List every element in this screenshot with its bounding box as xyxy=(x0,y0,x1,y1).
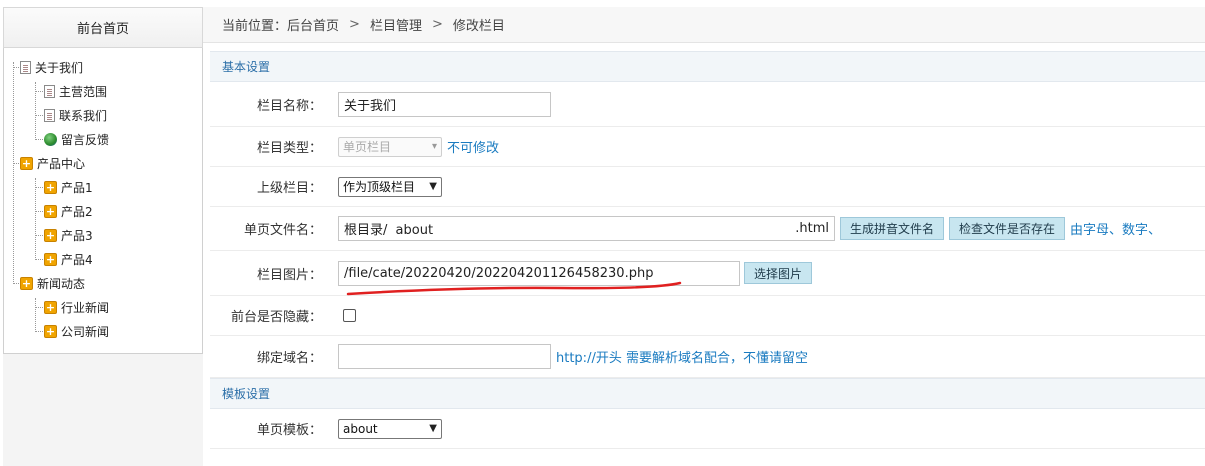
category-type-hint: 不可修改 xyxy=(447,141,500,156)
category-type-value: 单页栏目 xyxy=(343,140,392,154)
tree-item-industry-news[interactable]: + 行业新闻 xyxy=(44,298,109,316)
sidebar-filler xyxy=(3,354,203,466)
check-file-button[interactable]: 检查文件是否存在 xyxy=(949,217,1066,240)
parent-category-value: 作为顶级栏目 xyxy=(343,180,416,194)
tree-item-label: 主营范围 xyxy=(59,84,108,99)
bind-domain-hint: http://开头 需要解析域名配合，不懂请留空 xyxy=(556,351,808,366)
tree-item-label: 产品2 xyxy=(61,204,93,219)
tree-item-product2[interactable]: + 产品2 xyxy=(44,202,93,220)
plus-folder-icon[interactable]: + xyxy=(44,180,57,194)
row-page-template: 单页模板： about ▼ xyxy=(210,409,1205,449)
section-basic-title: 基本设置 xyxy=(222,60,271,74)
bind-domain-label: 绑定域名： xyxy=(256,351,322,366)
tree-item-label: 产品1 xyxy=(61,180,93,195)
tree-item-label: 产品中心 xyxy=(37,156,86,171)
page-template-value: about xyxy=(343,421,378,436)
tree-item-label: 产品3 xyxy=(61,228,93,243)
tree-item-label: 新闻动态 xyxy=(37,276,86,291)
plus-folder-icon[interactable]: + xyxy=(44,324,57,338)
chevron-down-icon: ▾ xyxy=(431,141,437,152)
page-filename-prefix: 根目录/ xyxy=(344,223,388,238)
row-category-type: 栏目类型： 单页栏目 ▾ 不可修改 xyxy=(210,127,1205,167)
chevron-down-icon: ▼ xyxy=(429,181,437,192)
tree-item-label: 关于我们 xyxy=(35,60,84,75)
category-type-label: 栏目类型： xyxy=(256,141,322,156)
sidebar-home-link[interactable]: 前台首页 xyxy=(3,7,203,48)
tree-item-contact[interactable]: 联系我们 xyxy=(44,106,107,124)
bind-domain-input[interactable] xyxy=(338,344,551,369)
chevron-down-icon: ▼ xyxy=(429,423,437,434)
page-template-select[interactable]: about ▼ xyxy=(338,418,442,439)
breadcrumb-separator: > xyxy=(349,17,360,32)
category-image-label: 栏目图片： xyxy=(256,267,322,283)
breadcrumb-separator: > xyxy=(431,17,443,32)
section-template-title: 模板设置 xyxy=(222,387,271,401)
plus-folder-icon[interactable]: + xyxy=(44,228,57,242)
tree-item-label: 联系我们 xyxy=(59,108,108,123)
parent-category-select[interactable]: 作为顶级栏目 ▼ xyxy=(338,176,442,197)
tree-item-feedback[interactable]: 留言反馈 xyxy=(44,130,109,148)
breadcrumb-prefix: 当前位置： xyxy=(222,19,288,34)
breadcrumb-home[interactable]: 后台首页 xyxy=(287,15,339,34)
tree-item-products[interactable]: + 产品中心 xyxy=(20,154,85,172)
breadcrumb-current: 修改栏目 xyxy=(452,19,505,34)
category-name-label: 栏目名称： xyxy=(256,98,322,114)
tree-item-business-scope[interactable]: 主营范围 xyxy=(44,82,107,100)
filename-hint: 由字母、数字、 xyxy=(1070,223,1162,238)
tree-item-about[interactable]: 关于我们 xyxy=(20,58,83,76)
edit-form: 基本设置 栏目名称： 关于我们 栏目类型： 单页栏目 ▾ 不可修改 上级栏目： xyxy=(210,51,1205,449)
row-category-image: 栏目图片： /file/cate/20220420/20220420112645… xyxy=(210,251,1205,296)
parent-category-label: 上级栏目： xyxy=(256,181,322,196)
breadcrumb: 当前位置： 后台首页 > 栏目管理 > 修改栏目 xyxy=(203,7,1205,43)
category-image-input[interactable]: /file/cate/20220420/202204201126458230.p… xyxy=(338,260,740,286)
tree-item-label: 行业新闻 xyxy=(61,300,110,315)
tree-item-label: 公司新闻 xyxy=(61,324,110,339)
doc-icon xyxy=(20,60,31,74)
hidden-checkbox[interactable] xyxy=(343,309,356,322)
row-hidden: 前台是否隐藏： xyxy=(210,296,1205,336)
page-filename-label: 单页文件名： xyxy=(243,223,322,238)
globe-icon xyxy=(44,132,57,146)
breadcrumb-category-manage[interactable]: 栏目管理 xyxy=(370,15,422,34)
choose-image-button[interactable]: 选择图片 xyxy=(744,262,813,284)
tree-item-product4[interactable]: + 产品4 xyxy=(44,250,93,268)
section-basic: 基本设置 xyxy=(210,51,1205,82)
tree-item-label: 产品4 xyxy=(61,252,93,267)
doc-icon xyxy=(44,108,55,122)
tree-item-news[interactable]: + 新闻动态 xyxy=(20,274,85,292)
doc-icon xyxy=(44,84,55,98)
tree-item-label: 留言反馈 xyxy=(61,132,110,147)
hidden-label: 前台是否隐藏： xyxy=(230,310,322,325)
row-page-filename: 单页文件名： 根目录/ about .html 生成拼音文件名 检查文件是否存在… xyxy=(210,207,1205,251)
page-filename-value: about xyxy=(395,223,434,238)
row-category-name: 栏目名称： 关于我们 xyxy=(210,82,1205,127)
sidebar: 前台首页 关于我们 主营范围 联系我们 留言反馈 + 产品中心 + 产品1 + … xyxy=(3,7,203,466)
plus-folder-icon[interactable]: + xyxy=(20,276,33,290)
plus-folder-icon[interactable]: + xyxy=(44,204,57,218)
generate-pinyin-button[interactable]: 生成拼音文件名 xyxy=(840,217,945,240)
category-type-select: 单页栏目 ▾ xyxy=(338,136,442,157)
tree-item-product3[interactable]: + 产品3 xyxy=(44,226,93,244)
main-panel: 当前位置： 后台首页 > 栏目管理 > 修改栏目 基本设置 栏目名称： 关于我们… xyxy=(203,7,1205,466)
page-filename-suffix: .html xyxy=(795,221,829,236)
row-parent-category: 上级栏目： 作为顶级栏目 ▼ xyxy=(210,167,1205,207)
plus-folder-icon[interactable]: + xyxy=(44,252,57,266)
category-name-input[interactable]: 关于我们 xyxy=(338,91,551,117)
plus-folder-icon[interactable]: + xyxy=(44,300,57,314)
sidebar-title: 前台首页 xyxy=(76,22,129,37)
section-template: 模板设置 xyxy=(210,378,1205,409)
tree-item-product1[interactable]: + 产品1 xyxy=(44,178,93,196)
page-template-label: 单页模板： xyxy=(256,423,322,438)
tree-item-company-news[interactable]: + 公司新闻 xyxy=(44,322,109,340)
plus-folder-icon[interactable]: + xyxy=(20,156,33,170)
category-tree: 关于我们 主营范围 联系我们 留言反馈 + 产品中心 + 产品1 + 产品2 +… xyxy=(3,48,203,354)
row-bind-domain: 绑定域名： http://开头 需要解析域名配合，不懂请留空 xyxy=(210,336,1205,378)
page-filename-input[interactable]: 根目录/ about .html xyxy=(338,216,835,241)
